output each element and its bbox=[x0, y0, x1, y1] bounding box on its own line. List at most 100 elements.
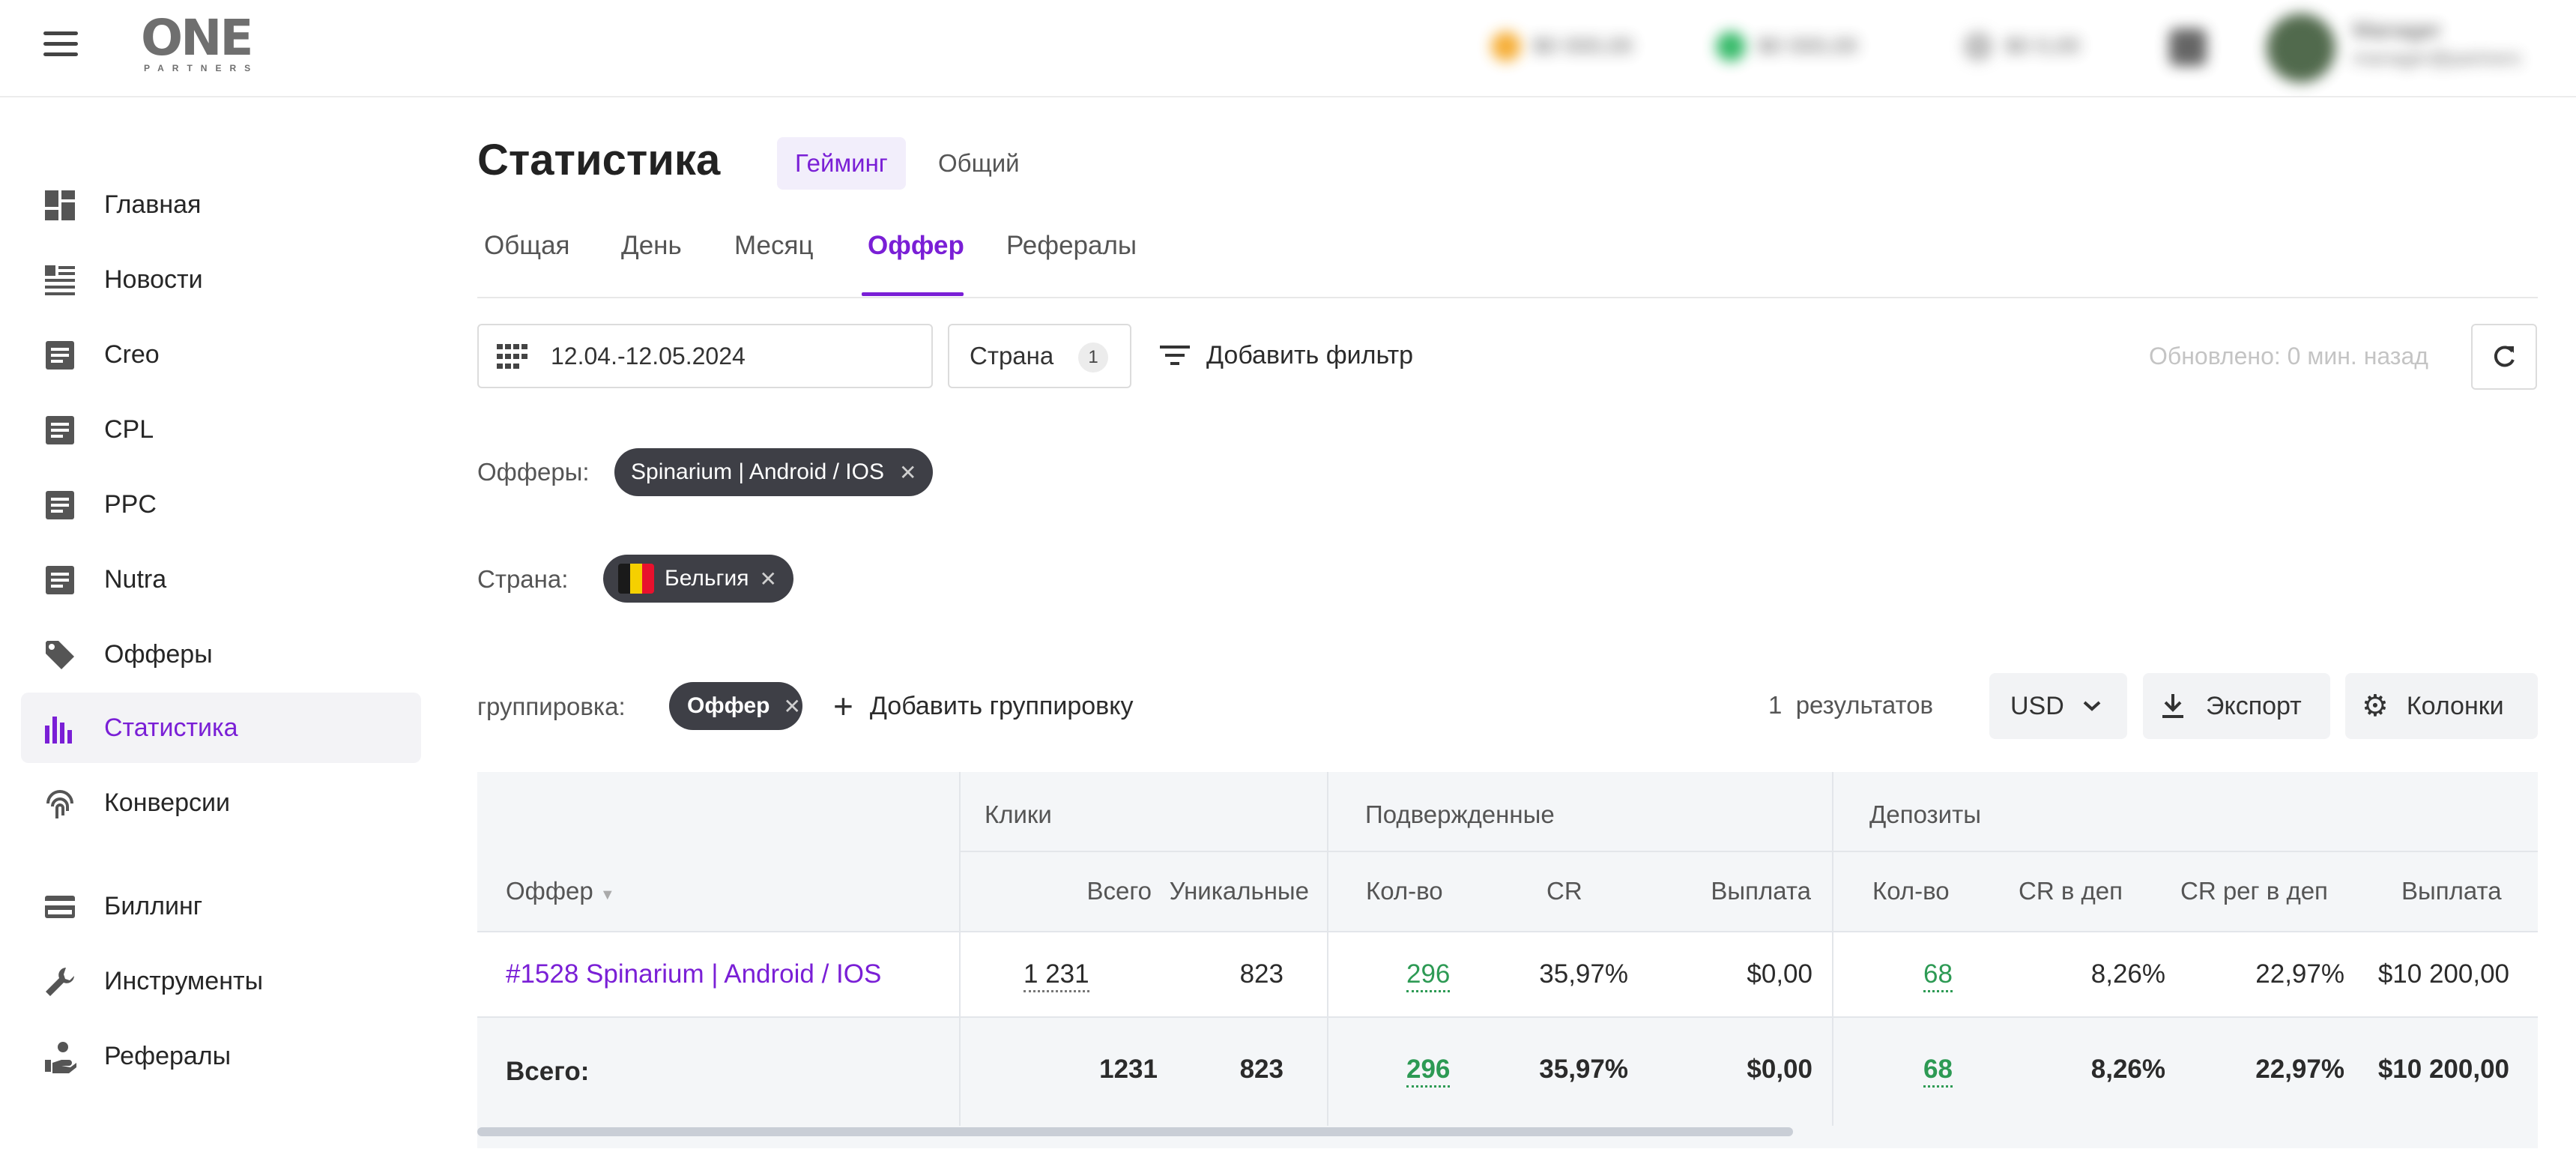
sidebar-item-referrals[interactable]: Рефералы bbox=[21, 1021, 421, 1091]
tab-general-type[interactable]: Общий bbox=[920, 137, 1038, 190]
chevron-down-icon bbox=[2083, 701, 2101, 711]
table-row-offer-link[interactable]: #1528 Spinarium | Android / IOS bbox=[506, 959, 881, 989]
column-header-offer[interactable]: Оффер ▼ bbox=[506, 877, 615, 905]
column-header-deposit-count[interactable]: Кол-во bbox=[1872, 877, 1950, 905]
date-range-picker[interactable]: 12.04.-12.05.2024 bbox=[477, 324, 933, 388]
document-icon bbox=[46, 491, 74, 519]
offer-filter-chip[interactable]: Spinarium | Android / IOS ✕ bbox=[614, 448, 934, 496]
tab-referrals[interactable]: Рефералы bbox=[1006, 231, 1137, 261]
dashboard-icon bbox=[45, 190, 75, 220]
columns-label: Колонки bbox=[2406, 691, 2504, 720]
sidebar-item-tools[interactable]: Инструменты bbox=[21, 946, 421, 1016]
sidebar-item-offers[interactable]: Офферы bbox=[21, 619, 421, 690]
column-header-clicks-unique[interactable]: Уникальные bbox=[1159, 877, 1309, 905]
deposit-count-value: 68 bbox=[1923, 959, 1953, 992]
avatar[interactable] bbox=[2267, 13, 2335, 82]
table-cell-deposit-cr-reg: 22,97% bbox=[2255, 959, 2344, 989]
table-cell-deposit-count[interactable]: 68 bbox=[1923, 959, 1953, 992]
balance-1[interactable]: $0 000,00 bbox=[1491, 25, 1633, 67]
column-header-confirmed-payout[interactable]: Выплата bbox=[1661, 877, 1811, 905]
tab-day[interactable]: День bbox=[621, 231, 682, 261]
balance-2[interactable]: $0 000,00 bbox=[1716, 25, 1857, 67]
total-deposit-count-value: 68 bbox=[1923, 1055, 1953, 1088]
logo-text: ONE bbox=[141, 9, 253, 67]
sidebar-item-statistics[interactable]: Статистика bbox=[21, 693, 421, 763]
header-divider bbox=[959, 851, 2538, 852]
country-filter-chip[interactable]: Бельгия ✕ bbox=[603, 555, 793, 603]
refresh-button[interactable] bbox=[2471, 324, 2537, 390]
document-icon bbox=[46, 416, 74, 444]
grouping-chip-offer[interactable]: Оффер ✕ bbox=[669, 682, 802, 730]
header-account-area: $0 000,00 $0 000,00 $0 0,00 Manager mana… bbox=[1469, 0, 2576, 97]
add-filter-button[interactable]: Добавить фильтр bbox=[1160, 334, 1413, 376]
table-cell-clicks-total[interactable]: 1 231 bbox=[1024, 959, 1089, 992]
sidebar-item-label: Офферы bbox=[104, 639, 213, 669]
tab-offer[interactable]: Оффер bbox=[868, 231, 964, 261]
sidebar-item-ppc[interactable]: PPC bbox=[21, 469, 421, 540]
currency-value: USD bbox=[2010, 691, 2064, 720]
currency-select[interactable]: USD bbox=[1989, 673, 2127, 739]
country-filter-chip-label: Бельгия bbox=[665, 566, 749, 591]
sidebar-item-label: Рефералы bbox=[104, 1041, 232, 1070]
total-confirmed-count-value: 296 bbox=[1406, 1055, 1451, 1088]
add-filter-label: Добавить фильтр bbox=[1206, 340, 1414, 370]
balance-value: $0 000,00 bbox=[1533, 34, 1633, 58]
column-divider bbox=[1832, 772, 1833, 1126]
sidebar-item-label: CPL bbox=[104, 414, 154, 444]
total-deposit-cr: 8,26% bbox=[2090, 1055, 2165, 1084]
results-count: 1 результатов bbox=[1768, 691, 1933, 720]
bar-chart-icon bbox=[45, 717, 72, 744]
sidebar-item-nutra[interactable]: Nutra bbox=[21, 544, 421, 615]
row-divider bbox=[477, 1016, 2538, 1018]
gear-icon: ⚙ bbox=[2362, 690, 2389, 723]
add-grouping-button[interactable]: + Добавить группировку bbox=[833, 685, 1133, 727]
sidebar-item-label: Инструменты bbox=[104, 966, 264, 995]
country-filter-count: 1 bbox=[1078, 343, 1108, 373]
sidebar-item-billing[interactable]: Биллинг bbox=[21, 871, 421, 941]
column-header-clicks-total[interactable]: Всего bbox=[1002, 877, 1152, 905]
sidebar-item-label: PPC bbox=[104, 489, 157, 519]
table-cell-confirmed-count[interactable]: 296 bbox=[1406, 959, 1451, 992]
sidebar-item-conversions[interactable]: Конверсии bbox=[21, 768, 421, 838]
column-header-confirmed-cr[interactable]: CR bbox=[1546, 877, 1582, 905]
sidebar-item-creo[interactable]: Creo bbox=[21, 319, 421, 390]
tab-month[interactable]: Месяц bbox=[734, 231, 814, 261]
sidebar-item-cpl[interactable]: CPL bbox=[21, 394, 421, 465]
total-confirmed-cr: 35,97% bbox=[1539, 1055, 1628, 1084]
logo[interactable]: ONE PARTNERS bbox=[141, 9, 268, 74]
table-cell-confirmed-payout: $0,00 bbox=[1747, 959, 1812, 989]
total-deposit-count[interactable]: 68 bbox=[1923, 1055, 1953, 1088]
country-filter-button[interactable]: Страна 1 bbox=[948, 324, 1131, 388]
sidebar-item-label: Биллинг bbox=[104, 891, 203, 920]
tab-overall[interactable]: Общая bbox=[484, 231, 570, 261]
sort-caret-icon: ▼ bbox=[599, 887, 615, 903]
sidebar-item-news[interactable]: Новости bbox=[21, 244, 421, 315]
columns-button[interactable]: ⚙ Колонки bbox=[2345, 673, 2538, 739]
menu-icon[interactable] bbox=[43, 30, 78, 57]
close-icon[interactable]: ✕ bbox=[899, 460, 916, 485]
coin-icon bbox=[1716, 31, 1746, 61]
sidebar-item-label: Creo bbox=[104, 340, 160, 369]
total-confirmed-count[interactable]: 296 bbox=[1406, 1055, 1451, 1088]
tab-gaming[interactable]: Гейминг bbox=[777, 137, 906, 190]
sidebar-item-home[interactable]: Главная bbox=[21, 169, 421, 240]
column-header-confirmed-count[interactable]: Кол-во bbox=[1366, 877, 1443, 905]
wrench-icon bbox=[46, 968, 74, 996]
column-header-deposit-cr-reg[interactable]: CR рег в деп bbox=[2180, 877, 2328, 905]
close-icon[interactable]: ✕ bbox=[783, 694, 800, 719]
column-header-deposit-payout[interactable]: Выплата bbox=[2401, 877, 2502, 905]
export-button[interactable]: Экспорт bbox=[2143, 673, 2330, 739]
balance-3[interactable]: $0 0,00 bbox=[1963, 25, 2080, 67]
document-icon bbox=[46, 566, 74, 594]
stats-tabs: Общая День Месяц Оффер Рефералы bbox=[477, 210, 2538, 298]
sidebar-item-label: Новости bbox=[104, 265, 203, 294]
add-grouping-label: Добавить группировку bbox=[869, 691, 1134, 720]
horizontal-scrollbar[interactable] bbox=[477, 1127, 1793, 1136]
grouping-chip-label: Оффер bbox=[687, 693, 770, 718]
plus-icon: + bbox=[833, 687, 853, 726]
notifications-icon[interactable] bbox=[2169, 28, 2207, 66]
clicks-total-value: 1 231 bbox=[1024, 959, 1089, 992]
row-divider bbox=[477, 931, 2538, 932]
column-header-deposit-cr[interactable]: CR в деп bbox=[2019, 877, 2123, 905]
close-icon[interactable]: ✕ bbox=[759, 567, 776, 591]
